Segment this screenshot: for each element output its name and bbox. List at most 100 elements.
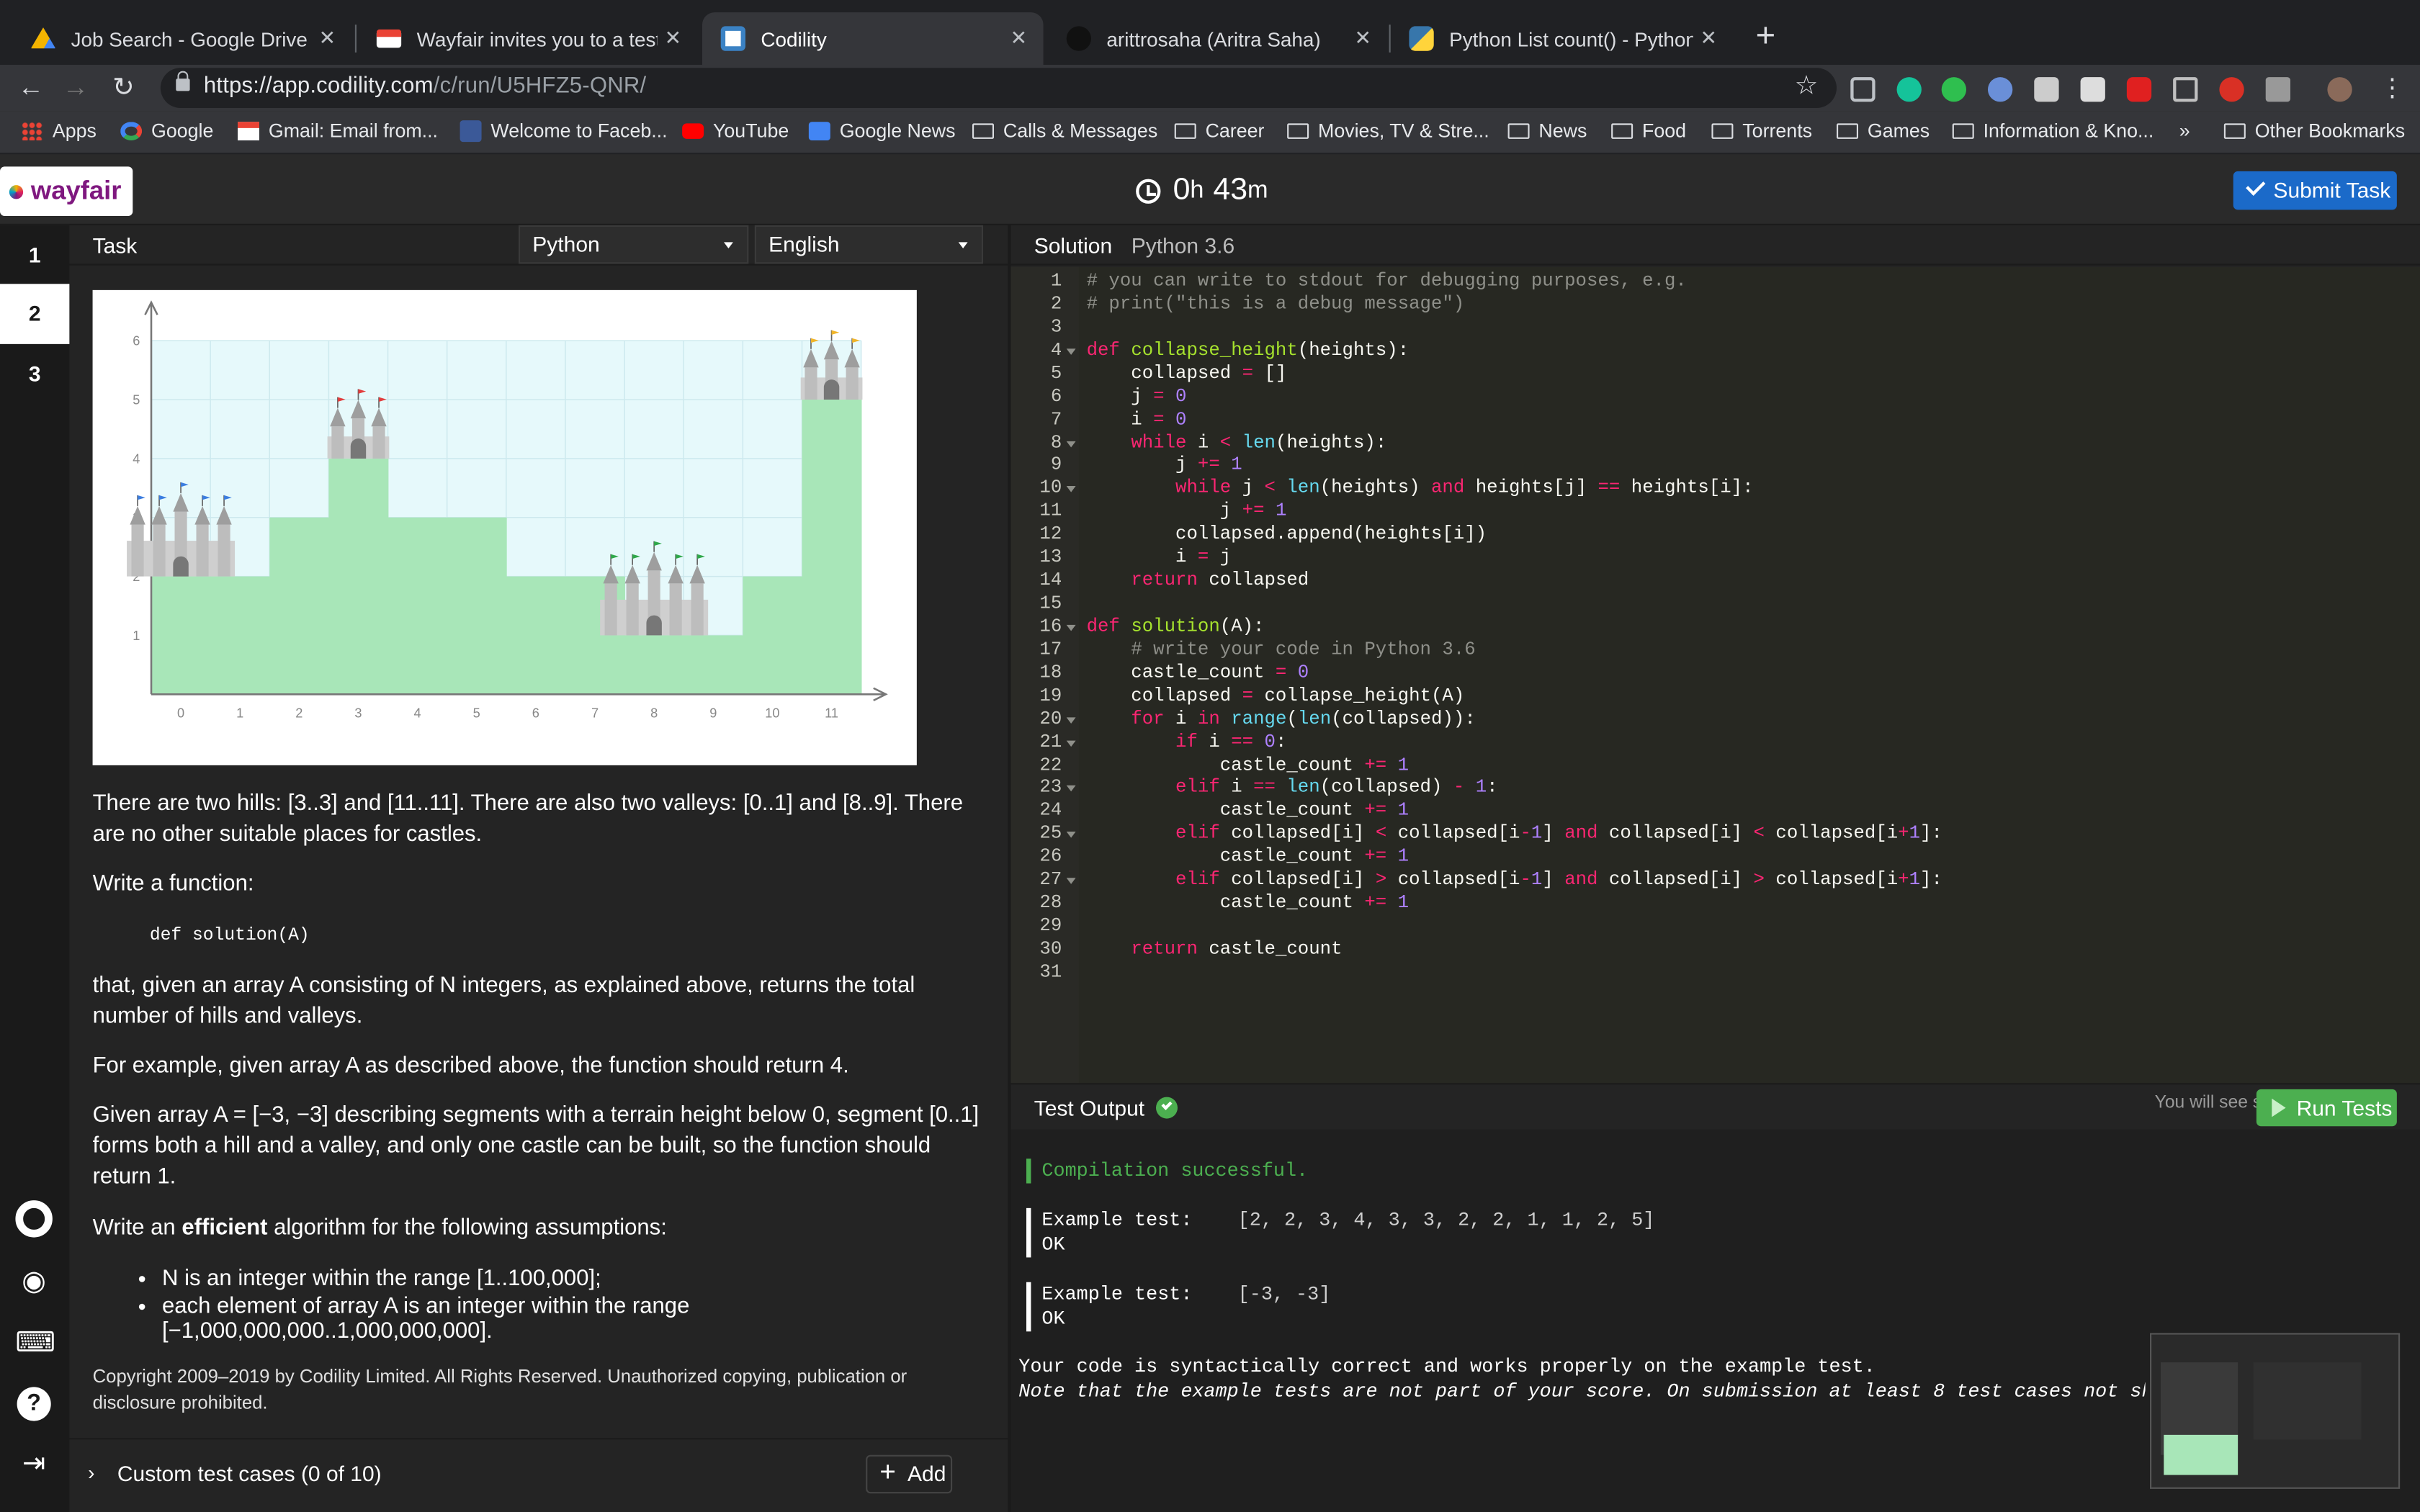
code-line: i = j [1086, 546, 1232, 568]
bookmark-folder[interactable]: Career [1174, 120, 1264, 142]
fold-arrow-icon[interactable] [1066, 624, 1076, 631]
y-tick-label: 4 [133, 451, 140, 466]
code-line: while i < len(heights): [1131, 431, 1387, 453]
code-line: castle_count += 1 [1086, 891, 1410, 914]
bookmark-folder[interactable]: News [1507, 120, 1587, 142]
timer-minutes: 43 [1213, 173, 1248, 207]
bookmark-youtube[interactable]: YouTube [682, 120, 789, 142]
custom-tests-bar: › Custom test cases (0 of 10) + Add [69, 1438, 1008, 1512]
copyright-text: Copyright 2009–2019 by Codility Limited.… [92, 1365, 908, 1413]
keyboard-icon[interactable]: ⌨ [15, 1324, 55, 1361]
close-tab-icon[interactable]: ✕ [1003, 26, 1034, 50]
fold-arrow-icon[interactable] [1066, 348, 1076, 355]
x-tick-label: 2 [295, 706, 302, 720]
extension-green-icon[interactable] [1941, 77, 1966, 102]
human-language-select[interactable]: English [754, 225, 983, 264]
exit-icon[interactable]: ⇥ [15, 1444, 52, 1481]
browser-tab[interactable]: Wayfair invites you to a test at ✕ [358, 12, 697, 65]
more-bookmarks-button[interactable]: » [2179, 120, 2190, 142]
bookmark-folder[interactable]: Torrents [1711, 120, 1812, 142]
bookmark-folder[interactable]: Food [1611, 120, 1686, 142]
bookmark-google-news[interactable]: Google News [808, 120, 956, 142]
list-item: each element of array A is an integer wi… [162, 1295, 964, 1344]
line-gutter: 1 2 3 4 5 6 7 8 9 10 11 12 13 14 15 16 17 18 19 20 21 22 23 24 2… [1010, 266, 1079, 1084]
folder-icon [972, 123, 994, 139]
extension-blue-icon[interactable] [1988, 77, 2013, 102]
python-version: Python 3.6 [1131, 233, 1235, 258]
fold-arrow-icon[interactable] [1066, 440, 1076, 447]
browser-tab-active[interactable]: Codility ✕ [702, 12, 1044, 66]
run-tests-button[interactable]: Run Tests [2256, 1089, 2397, 1127]
bookmark-folder[interactable]: Information & Kno... [1952, 120, 2154, 142]
extension-box-icon[interactable] [2173, 77, 2198, 102]
browser-tab[interactable]: Python List count() - Python S ✕ [1391, 12, 1734, 65]
reload-icon[interactable]: ↻ [105, 69, 142, 106]
custom-tests-toggle[interactable]: Custom test cases (0 of 10) [117, 1461, 382, 1485]
tab-title: Codility [761, 27, 827, 50]
adblock-icon[interactable] [2219, 77, 2244, 102]
fold-arrow-icon[interactable] [1066, 486, 1076, 493]
browser-tab[interactable]: Job Search - Google Drive ✕ [12, 12, 351, 65]
fold-arrow-icon[interactable] [1066, 716, 1076, 724]
bookmark-gmail[interactable]: Gmail: Email from... [238, 120, 438, 142]
code-line: return castle_count [1131, 937, 1343, 960]
close-tab-icon[interactable]: ✕ [312, 26, 343, 50]
codility-icon [720, 26, 745, 51]
bookmark-folder[interactable]: Games [1837, 120, 1930, 142]
eye-icon[interactable]: ◉ [15, 1262, 52, 1299]
back-icon[interactable]: ← [12, 69, 49, 106]
task-number-3[interactable]: 3 [0, 344, 69, 405]
forward-icon[interactable]: → [57, 69, 94, 106]
other-bookmarks[interactable]: Other Bookmarks [2223, 120, 2405, 142]
close-tab-icon[interactable]: ✕ [1693, 26, 1724, 50]
grammarly-icon[interactable] [1896, 77, 1922, 102]
x-tick-label: 0 [177, 706, 184, 720]
close-tab-icon[interactable]: ✕ [1348, 26, 1379, 50]
submit-task-button[interactable]: Submit Task [2233, 171, 2397, 210]
browser-tab[interactable]: arittrosaha (Aritra Saha) ✕ [1048, 12, 1387, 65]
code-line: i = 0 [1086, 408, 1187, 430]
address-bar[interactable]: https://app.codility.com/c/run/U5HFZ5-QN… [160, 68, 1837, 108]
apps-grid-icon [22, 122, 43, 140]
code-editor[interactable]: 1 2 3 4 5 6 7 8 9 10 11 12 13 14 15 16 17 18 19 20 21 22 23 24 2… [1010, 266, 2420, 1112]
line-number: 25 [1039, 822, 1062, 845]
python-icon [1409, 26, 1434, 51]
add-test-button[interactable]: + Add [866, 1454, 953, 1494]
close-tab-icon[interactable]: ✕ [658, 26, 689, 50]
fold-arrow-icon[interactable] [1066, 786, 1076, 793]
facebook-icon [460, 120, 482, 143]
code-line: j += 1 [1086, 454, 1242, 476]
chevron-right-icon[interactable]: › [88, 1461, 94, 1484]
x-tick-label: 1 [236, 706, 243, 720]
extension-lightbulb-icon[interactable] [2034, 77, 2059, 102]
terrain-chart-svg: 12345601234567891011 [127, 300, 888, 720]
fold-arrow-icon[interactable] [1066, 878, 1076, 885]
question-icon[interactable]: ? [15, 1382, 52, 1421]
bookmark-facebook[interactable]: Welcome to Faceb... [460, 120, 668, 143]
pocket-icon[interactable] [1850, 77, 1876, 102]
extension-grey-icon[interactable] [2080, 77, 2105, 102]
terrain-segment [328, 458, 389, 695]
menu-dots-icon[interactable]: ⋮ [2380, 73, 2404, 104]
bookmark-apps[interactable]: Apps [22, 120, 97, 142]
task-number-1[interactable]: 1 [0, 225, 69, 286]
line-number: 30 [1039, 937, 1062, 960]
play-icon [2272, 1098, 2286, 1117]
code-line: elif collapsed[i] < collapsed[i-1] and c… [1175, 822, 1942, 845]
screen-recording-thumbnail[interactable] [2150, 1333, 2401, 1489]
bookmark-star-icon[interactable]: ☆ [1795, 71, 1819, 102]
youtube-extension-icon[interactable] [2126, 77, 2152, 102]
code-line: if i == 0: [1175, 730, 1287, 752]
new-tab-button[interactable]: + [1749, 15, 1783, 55]
fold-arrow-icon[interactable] [1066, 739, 1076, 747]
bookmark-folder[interactable]: Movies, TV & Stre... [1287, 120, 1489, 142]
profile-avatar[interactable] [2327, 77, 2352, 102]
browser-toolbar: ← → ↻ https://app.codility.com/c/run/U5H… [0, 65, 2420, 112]
download-icon[interactable] [2265, 77, 2290, 102]
bookmark-google[interactable]: Google [120, 120, 213, 142]
task-number-2[interactable]: 2 [0, 284, 70, 344]
fold-arrow-icon[interactable] [1066, 832, 1076, 839]
help-lifebuoy-icon[interactable] [15, 1200, 53, 1238]
language-select[interactable]: Python [519, 225, 749, 264]
bookmark-folder[interactable]: Calls & Messages [972, 120, 1157, 142]
